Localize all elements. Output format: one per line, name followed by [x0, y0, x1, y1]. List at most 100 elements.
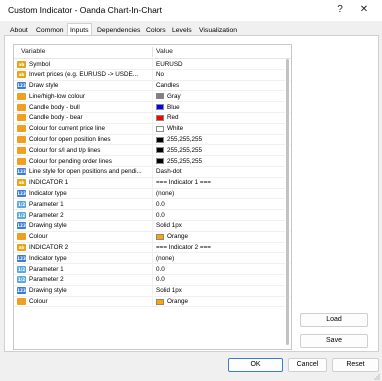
table-row[interactable]: Colour Orange — [14, 231, 291, 243]
load-button[interactable]: Load — [300, 313, 368, 327]
variable-value[interactable]: Orange — [167, 233, 188, 240]
variable-value[interactable]: 255,255,255 — [167, 158, 202, 165]
variable-value[interactable]: Red — [167, 114, 179, 121]
table-row[interactable]: 123 Indicator type (none) — [14, 188, 291, 200]
table-row[interactable]: ab Symbol EURUSD — [14, 59, 291, 70]
color-swatch[interactable] — [156, 233, 164, 240]
cell-separator — [152, 296, 153, 308]
variable-value[interactable]: No — [156, 71, 164, 78]
enum-type-icon: 123 — [17, 222, 26, 230]
enum-type-icon: 123 — [17, 168, 26, 176]
table-row[interactable]: Line/high-low colour Gray — [14, 91, 291, 103]
cell-separator — [152, 242, 153, 254]
table-row[interactable]: ab INDICATOR 2 === Indicator 2 === — [14, 242, 291, 254]
variable-value[interactable]: 255,255,255 — [167, 147, 202, 154]
close-button[interactable]: ✕ — [353, 3, 375, 17]
table-row[interactable]: ab Invert prices (e.g. EURUSD -> USDE... N… — [14, 69, 291, 81]
variable-name: INDICATOR 1 — [29, 179, 69, 187]
variable-value[interactable]: Gray — [167, 93, 181, 100]
resize-grip-icon[interactable] — [374, 374, 380, 380]
variable-name: Invert prices (e.g. EURUSD -> USDE... — [29, 71, 138, 79]
variable-name: Parameter 2 — [29, 276, 64, 284]
cancel-button[interactable]: Cancel — [288, 358, 327, 372]
variable-value[interactable]: (none) — [156, 255, 174, 262]
header-value[interactable]: Value — [156, 48, 173, 55]
variable-value[interactable]: === Indicator 2 === — [156, 244, 211, 251]
color-type-icon — [17, 233, 26, 241]
table-row[interactable]: Colour Orange — [14, 296, 291, 308]
color-type-icon — [17, 136, 26, 144]
variable-value[interactable]: === Indicator 1 === — [156, 179, 211, 186]
title-bar[interactable]: Custom Indicator - Oanda Chart-In-Chart … — [0, 0, 382, 21]
variable-name: Colour for open position lines — [29, 136, 111, 144]
cell-separator — [152, 188, 153, 200]
color-swatch[interactable] — [156, 298, 164, 305]
table-row[interactable]: 123 Drawing style Solid 1px — [14, 285, 291, 297]
cell-separator — [152, 102, 153, 113]
reset-button[interactable]: Reset — [332, 358, 379, 372]
color-swatch[interactable] — [156, 158, 164, 165]
cell-separator — [152, 112, 153, 124]
color-swatch[interactable] — [156, 125, 164, 132]
variable-value[interactable]: Solid 1px — [156, 222, 182, 229]
cell-separator — [152, 220, 153, 232]
table-row[interactable]: Colour for pending order lines 255,255,25… — [14, 156, 291, 167]
window-title: Custom Indicator - Oanda Chart-In-Chart — [8, 5, 163, 15]
table-row[interactable]: ab INDICATOR 1 === Indicator 1 === — [14, 177, 291, 189]
variable-name: Drawing style — [29, 222, 67, 230]
table-row[interactable]: Candle body - bear Red — [14, 112, 291, 124]
vertical-scrollbar[interactable] — [285, 59, 290, 347]
header-separator[interactable] — [152, 47, 153, 57]
table-row[interactable]: 1/2 Parameter 2 0.0 — [14, 274, 291, 286]
table-row[interactable]: Candle body - bull Blue — [14, 102, 291, 113]
table-row[interactable]: Colour for open position lines 255,255,25… — [14, 134, 291, 146]
scrollbar-thumb[interactable] — [286, 59, 289, 345]
color-swatch[interactable] — [156, 114, 164, 121]
enum-type-icon: 123 — [17, 82, 26, 90]
variable-value[interactable]: 0.0 — [156, 266, 165, 273]
color-swatch[interactable] — [156, 104, 164, 111]
table-row[interactable]: 123 Drawing style Solid 1px — [14, 220, 291, 232]
table-row[interactable]: 123 Line style for open positions and pen… — [14, 166, 291, 178]
variable-value[interactable]: 255,255,255 — [167, 136, 202, 143]
variable-value[interactable]: White — [167, 125, 183, 132]
cell-separator — [152, 199, 153, 211]
variable-value[interactable]: Blue — [167, 104, 180, 111]
inputs-grid[interactable]: Variable Value ab Symbol EURUSD ab Invert pr… — [13, 44, 292, 350]
variable-value[interactable]: Solid 1px — [156, 287, 182, 294]
color-swatch[interactable] — [156, 93, 164, 100]
color-swatch[interactable] — [156, 147, 164, 154]
variable-name: Colour for pending order lines — [29, 157, 112, 165]
cell-separator — [152, 145, 153, 157]
variable-value[interactable]: Orange — [167, 298, 188, 305]
table-row[interactable]: Colour for s/l and t/p lines 255,255,255 — [14, 145, 291, 157]
header-variable[interactable]: Variable — [21, 48, 45, 55]
table-row[interactable]: Colour for current price line White — [14, 123, 291, 135]
variable-value[interactable]: Candles — [156, 82, 179, 89]
table-row[interactable]: 123 Indicator type (none) — [14, 253, 291, 265]
variable-name: INDICATOR 2 — [29, 244, 69, 252]
variable-value[interactable]: 0.0 — [156, 212, 165, 219]
table-row[interactable]: 1/2 Parameter 1 0.0 — [14, 264, 291, 275]
variable-name: Indicator type — [29, 254, 67, 262]
cell-separator — [152, 156, 153, 167]
table-row[interactable]: 1/2 Parameter 2 0.0 — [14, 210, 291, 221]
variable-value[interactable]: (none) — [156, 190, 174, 197]
color-type-icon — [17, 157, 26, 165]
ok-button[interactable]: OK — [228, 358, 283, 372]
variable-value[interactable]: EURUSD — [156, 61, 183, 68]
variable-value[interactable]: 0.0 — [156, 276, 165, 283]
color-swatch[interactable] — [156, 136, 164, 143]
table-row[interactable]: 123 Draw style Candles — [14, 80, 291, 92]
string-type-icon: ab — [17, 244, 26, 252]
cell-separator — [152, 80, 153, 92]
help-button[interactable]: ? — [329, 3, 351, 17]
variable-value[interactable]: Dash-dot — [156, 168, 182, 175]
indicator-dialog: Custom Indicator - Oanda Chart-In-Chart … — [0, 0, 382, 381]
grid-rows: ab Symbol EURUSD ab Invert prices (e.g. EURU… — [14, 59, 291, 308]
cell-separator — [152, 69, 153, 81]
table-row[interactable]: 1/2 Parameter 1 0.0 — [14, 199, 291, 211]
save-button[interactable]: Save — [300, 334, 368, 348]
variable-value[interactable]: 0.0 — [156, 201, 165, 208]
cell-separator — [152, 274, 153, 286]
